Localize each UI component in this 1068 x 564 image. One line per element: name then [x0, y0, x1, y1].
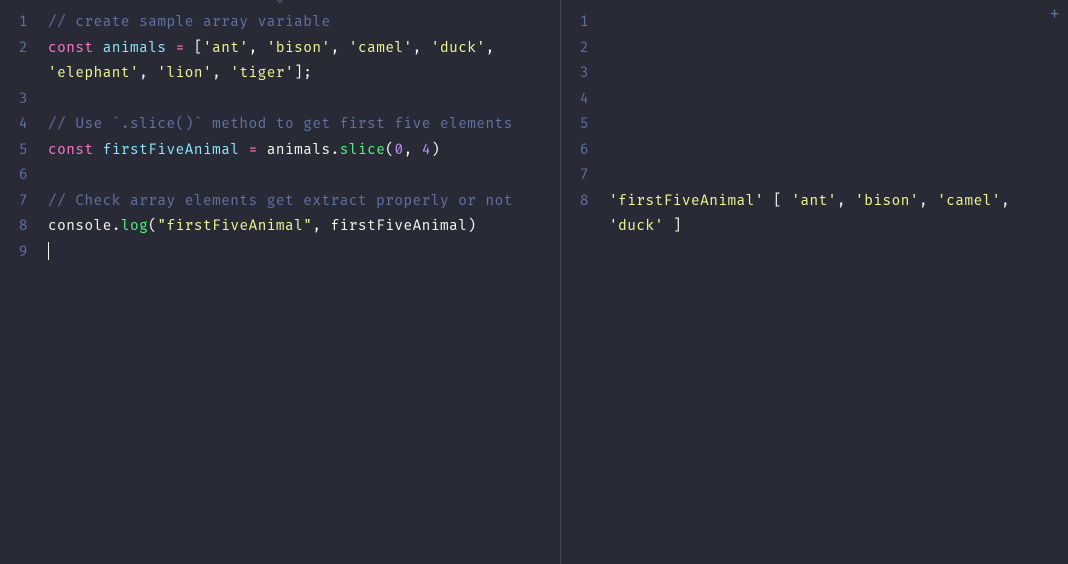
- code-token: [: [185, 40, 203, 57]
- code-token: animals: [103, 40, 167, 57]
- code-token: 'lion': [157, 65, 212, 82]
- code-token: 'bison': [855, 193, 919, 210]
- code-token: ,: [312, 218, 330, 235]
- code-token: 'camel': [937, 193, 1001, 210]
- code-token: firstFiveAnimal: [331, 218, 468, 235]
- code-token: =: [249, 142, 258, 159]
- line-number: 6: [0, 163, 42, 189]
- code-token: ,: [212, 65, 230, 82]
- code-line[interactable]: // Check array elements get extract prop…: [48, 189, 554, 215]
- code-token: ,: [837, 193, 855, 210]
- code-line[interactable]: [48, 240, 554, 266]
- line-number: 6: [561, 138, 603, 164]
- code-token: ,: [249, 40, 267, 57]
- code-area-right[interactable]: 'firstFiveAnimal' [ 'ant', 'bison', 'cam…: [609, 0, 1062, 240]
- code-line[interactable]: console.log("firstFiveAnimal", firstFive…: [48, 214, 554, 240]
- code-token: log: [121, 218, 148, 235]
- code-line[interactable]: [609, 112, 1062, 138]
- code-token: // Use `.slice()` method to get first fi…: [48, 116, 513, 133]
- line-number: [561, 214, 603, 240]
- code-token: ];: [294, 65, 312, 82]
- code-area-left[interactable]: // create sample array variable const ani…: [48, 0, 554, 265]
- line-number: 3: [561, 61, 603, 87]
- code-token: 'bison': [267, 40, 331, 57]
- code-token: 4: [422, 142, 431, 159]
- code-line[interactable]: [609, 138, 1062, 164]
- code-token: 'ant': [791, 193, 837, 210]
- code-token: console: [48, 218, 112, 235]
- code-line[interactable]: [48, 163, 554, 189]
- code-token: 'firstFiveAnimal': [609, 193, 764, 210]
- code-token: .: [331, 142, 340, 159]
- code-token: ]: [664, 218, 682, 235]
- code-token: const: [48, 40, 103, 57]
- code-token: [258, 142, 267, 159]
- code-token: ,: [404, 142, 422, 159]
- editor-pane-right[interactable]: + 12345678 'firstFiveAnimal' [ 'ant', 'b…: [561, 0, 1068, 564]
- code-line[interactable]: [48, 87, 554, 113]
- line-number: 3: [0, 87, 42, 113]
- code-token: ,: [486, 40, 495, 57]
- code-token: // create sample array variable: [48, 14, 331, 31]
- line-number: 2: [561, 36, 603, 62]
- line-number: 4: [0, 112, 42, 138]
- line-number-gutter-right: 12345678: [561, 0, 603, 564]
- line-number: 4: [561, 87, 603, 113]
- code-line[interactable]: // create sample array variable: [48, 10, 554, 36]
- code-token: .: [112, 218, 121, 235]
- code-line[interactable]: [609, 163, 1062, 189]
- code-token: 'duck': [609, 218, 664, 235]
- code-token: const: [48, 142, 103, 159]
- line-number: 5: [561, 112, 603, 138]
- code-token: [: [764, 193, 791, 210]
- code-token: slice: [340, 142, 386, 159]
- text-cursor: [48, 242, 49, 260]
- line-number: 1: [0, 10, 42, 36]
- code-line[interactable]: const firstFiveAnimal = animals.slice(0,…: [48, 138, 554, 164]
- code-token: ): [431, 142, 440, 159]
- line-number-gutter-left: 12 3456789: [0, 0, 42, 564]
- code-token: =: [176, 40, 185, 57]
- code-token: ,: [919, 193, 937, 210]
- line-number: 5: [0, 138, 42, 164]
- code-line[interactable]: [609, 87, 1062, 113]
- code-line[interactable]: 'duck' ]: [609, 214, 1062, 240]
- code-token: ,: [1001, 193, 1010, 210]
- code-token: 'tiger': [230, 65, 294, 82]
- code-line[interactable]: 'firstFiveAnimal' [ 'ant', 'bison', 'cam…: [609, 189, 1062, 215]
- code-token: // Check array elements get extract prop…: [48, 193, 513, 210]
- code-token: animals: [267, 142, 331, 159]
- code-token: ,: [331, 40, 349, 57]
- code-token: ,: [413, 40, 431, 57]
- code-line[interactable]: [609, 10, 1062, 36]
- line-number: 8: [561, 189, 603, 215]
- line-number: 9: [0, 240, 42, 266]
- code-token: "firstFiveAnimal": [157, 218, 312, 235]
- line-number: 8: [0, 214, 42, 240]
- code-token: 'elephant': [48, 65, 139, 82]
- code-token: 'duck': [431, 40, 486, 57]
- code-line[interactable]: [609, 61, 1062, 87]
- code-token: firstFiveAnimal: [103, 142, 240, 159]
- code-token: 0: [394, 142, 403, 159]
- code-line[interactable]: // Use `.slice()` method to get first fi…: [48, 112, 554, 138]
- code-token: 'ant': [203, 40, 249, 57]
- line-number: 7: [0, 189, 42, 215]
- code-token: ,: [139, 65, 157, 82]
- code-token: 'camel': [349, 40, 413, 57]
- code-token: [167, 40, 176, 57]
- line-number: [0, 61, 42, 87]
- code-line[interactable]: 'elephant', 'lion', 'tiger'];: [48, 61, 554, 87]
- line-number: 1: [561, 10, 603, 36]
- code-token: ): [467, 218, 476, 235]
- code-token: [239, 142, 248, 159]
- editor-pane-left[interactable]: ⌄ 123456789 // create sample array varia…: [0, 0, 561, 564]
- line-number: 7: [561, 163, 603, 189]
- code-line[interactable]: [609, 36, 1062, 62]
- line-number: 2: [0, 36, 42, 62]
- code-line[interactable]: const animals = ['ant', 'bison', 'camel'…: [48, 36, 554, 62]
